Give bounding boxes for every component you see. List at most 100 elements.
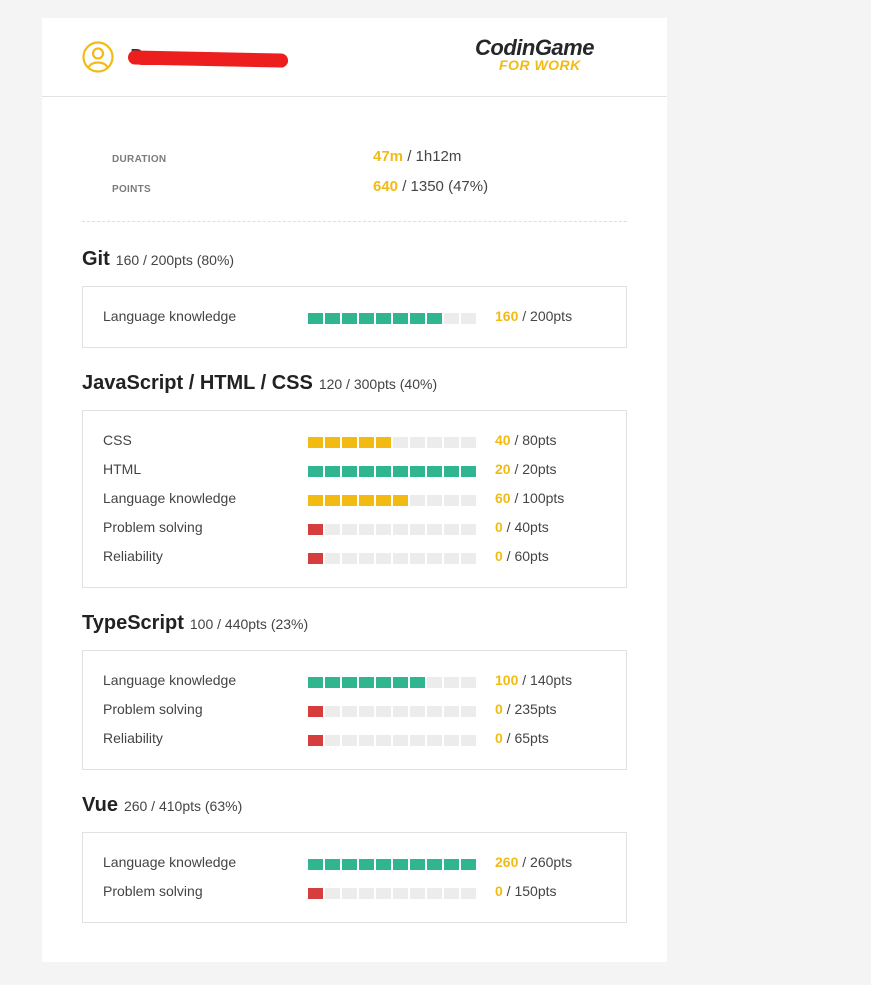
progress-segment bbox=[444, 735, 459, 746]
skill-row: Problem solving 0 / 150pts bbox=[83, 880, 626, 904]
skill-progress-bar bbox=[308, 677, 478, 688]
skills-box: Language knowledge 100 / 140pts Problem so… bbox=[82, 650, 627, 770]
progress-segment bbox=[461, 495, 476, 506]
progress-segment bbox=[393, 888, 408, 899]
progress-segment bbox=[308, 495, 323, 506]
skill-points: 0 / 235pts bbox=[495, 701, 557, 717]
skill-points-earned: 260 bbox=[495, 854, 519, 870]
progress-segment bbox=[410, 524, 425, 535]
skill-points-earned: 0 bbox=[495, 701, 503, 717]
progress-segment bbox=[325, 677, 340, 688]
skill-progress-bar bbox=[308, 466, 478, 477]
progress-segment bbox=[461, 553, 476, 564]
skill-points-total: / 150pts bbox=[502, 883, 557, 899]
progress-segment bbox=[444, 888, 459, 899]
skill-points-total: / 65pts bbox=[502, 730, 549, 746]
skill-points-earned: 0 bbox=[495, 883, 503, 899]
progress-segment bbox=[444, 859, 459, 870]
skill-progress-bar bbox=[308, 735, 478, 746]
progress-segment bbox=[461, 313, 476, 324]
summary: DURATION 47m / 1h12m POINTS 640 / 1350 (… bbox=[112, 148, 632, 208]
skill-points-earned: 160 bbox=[495, 308, 519, 324]
logo-subtext: FOR WORK bbox=[499, 57, 581, 73]
skill-points-total: / 40pts bbox=[502, 519, 549, 535]
progress-segment bbox=[308, 466, 323, 477]
points-value: 640 / 1350 (47%) bbox=[373, 178, 488, 195]
skill-row: Language knowledge 100 / 140pts bbox=[83, 669, 626, 693]
progress-segment bbox=[444, 495, 459, 506]
skill-points: 100 / 140pts bbox=[495, 672, 572, 688]
progress-segment bbox=[359, 466, 374, 477]
progress-segment bbox=[325, 888, 340, 899]
duration-row: DURATION 47m / 1h12m bbox=[112, 148, 632, 178]
progress-segment bbox=[427, 495, 442, 506]
skill-progress-bar bbox=[308, 888, 478, 899]
progress-segment bbox=[461, 524, 476, 535]
progress-segment bbox=[342, 437, 357, 448]
skill-progress-bar bbox=[308, 313, 478, 324]
progress-segment bbox=[410, 313, 425, 324]
duration-label: DURATION bbox=[112, 154, 167, 165]
skill-points: 40 / 80pts bbox=[495, 432, 557, 448]
progress-segment bbox=[444, 677, 459, 688]
progress-segment bbox=[342, 553, 357, 564]
section-name: Git bbox=[82, 248, 110, 270]
skill-points-earned: 60 bbox=[495, 490, 511, 506]
duration-total: / 1h12m bbox=[403, 148, 462, 165]
skill-points: 60 / 100pts bbox=[495, 490, 564, 506]
skills-box: CSS 40 / 80pts HTML 20 / 20pts Language know… bbox=[82, 410, 627, 588]
skill-points-total: / 200pts bbox=[518, 308, 573, 324]
progress-segment bbox=[342, 495, 357, 506]
progress-segment bbox=[342, 524, 357, 535]
points-earned: 640 bbox=[373, 178, 399, 195]
progress-segment bbox=[461, 437, 476, 448]
progress-segment bbox=[342, 466, 357, 477]
progress-segment bbox=[393, 706, 408, 717]
progress-segment bbox=[342, 735, 357, 746]
progress-segment bbox=[461, 677, 476, 688]
skill-row: Reliability 0 / 65pts bbox=[83, 727, 626, 751]
progress-segment bbox=[376, 888, 391, 899]
progress-segment bbox=[410, 466, 425, 477]
progress-segment bbox=[359, 735, 374, 746]
codingame-logo: CodinGame FOR WORK bbox=[475, 35, 635, 75]
skill-row: Reliability 0 / 60pts bbox=[83, 545, 626, 569]
skill-progress-bar bbox=[308, 495, 478, 506]
progress-segment bbox=[342, 313, 357, 324]
points-total: / 1350 (47%) bbox=[398, 178, 489, 195]
skill-points-total: / 235pts bbox=[502, 701, 557, 717]
skill-name: CSS bbox=[103, 432, 132, 448]
progress-segment bbox=[325, 437, 340, 448]
progress-segment bbox=[325, 735, 340, 746]
skill-name: Reliability bbox=[103, 548, 163, 564]
duration-value: 47m / 1h12m bbox=[373, 148, 461, 165]
progress-segment bbox=[325, 313, 340, 324]
progress-segment bbox=[410, 888, 425, 899]
section-title: Vue 260 / 410pts (63%) bbox=[82, 794, 242, 817]
progress-segment bbox=[308, 735, 323, 746]
skill-points: 0 / 40pts bbox=[495, 519, 549, 535]
skill-row: Language knowledge 160 / 200pts bbox=[83, 305, 626, 329]
skill-points-earned: 100 bbox=[495, 672, 519, 688]
progress-segment bbox=[342, 859, 357, 870]
section-name: TypeScript bbox=[82, 612, 184, 634]
progress-segment bbox=[393, 495, 408, 506]
skill-row: CSS 40 / 80pts bbox=[83, 429, 626, 453]
divider bbox=[82, 221, 627, 222]
skill-points: 260 / 260pts bbox=[495, 854, 572, 870]
progress-segment bbox=[444, 524, 459, 535]
progress-segment bbox=[376, 859, 391, 870]
skill-points: 160 / 200pts bbox=[495, 308, 572, 324]
skill-progress-bar bbox=[308, 859, 478, 870]
section-title: TypeScript 100 / 440pts (23%) bbox=[82, 612, 308, 635]
progress-segment bbox=[308, 524, 323, 535]
progress-segment bbox=[376, 735, 391, 746]
progress-segment bbox=[461, 735, 476, 746]
progress-segment bbox=[359, 437, 374, 448]
report-header: B CodinGame FOR WORK bbox=[42, 18, 667, 97]
progress-segment bbox=[376, 437, 391, 448]
skill-row: Problem solving 0 / 40pts bbox=[83, 516, 626, 540]
progress-segment bbox=[427, 888, 442, 899]
progress-segment bbox=[461, 888, 476, 899]
progress-segment bbox=[376, 466, 391, 477]
